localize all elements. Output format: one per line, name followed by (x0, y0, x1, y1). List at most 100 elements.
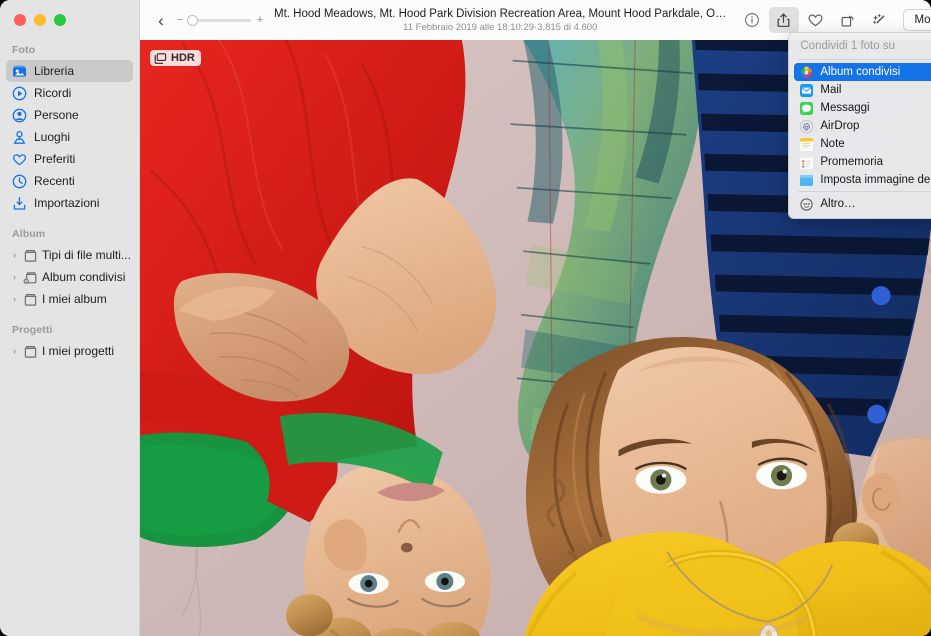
info-icon (744, 12, 760, 28)
share-icon (775, 12, 792, 29)
share-menu-item-label: Album condivisi (820, 66, 900, 78)
sidebar-item-recenti[interactable]: Recenti (6, 170, 133, 192)
auto-enhance-icon (871, 12, 888, 29)
import-icon (12, 196, 27, 211)
share-button[interactable] (769, 7, 799, 33)
desktop-picture-icon (800, 174, 813, 187)
hdr-layers-icon (154, 53, 167, 64)
people-icon (12, 108, 27, 123)
share-menu-item-promemoria[interactable]: Promemoria (794, 153, 931, 171)
share-menu-item-note[interactable]: Note (794, 135, 931, 153)
main-area: ‹ − + Mt. Hood Meadows, Mt. Hood Park Di… (140, 0, 931, 636)
sidebar-item-label: Tipi di file multi... (42, 248, 131, 262)
folder-icon (23, 344, 38, 359)
sidebar-item-label: I miei progetti (42, 344, 114, 358)
edit-button[interactable]: Modifica (903, 9, 931, 31)
hdr-badge: HDR (150, 50, 201, 66)
sidebar-item-importazioni[interactable]: Importazioni (6, 192, 133, 214)
minimize-button[interactable] (34, 14, 46, 26)
share-menu[interactable]: Condividi 1 foto su Album condivisi Mail M… (788, 32, 931, 219)
rotate-icon (839, 12, 856, 29)
sidebar-item-label: Ricordi (34, 86, 71, 100)
zoom-slider-knob[interactable] (187, 15, 198, 26)
share-menu-item-airdrop[interactable]: AirDrop (794, 117, 931, 135)
photos-app-window: Foto Libreria Ricordi Persone Luoghi Preferit… (0, 0, 931, 636)
messages-app-icon (800, 102, 813, 115)
share-menu-item-messaggi[interactable]: Messaggi (794, 99, 931, 117)
share-menu-item-label: AirDrop (820, 120, 859, 132)
sidebar-item-label: Recenti (34, 174, 75, 188)
sidebar-item-label: I miei album (42, 292, 107, 306)
share-menu-item-mail[interactable]: Mail (794, 81, 931, 99)
chevron-right-icon[interactable]: › (10, 272, 19, 282)
sidebar-item-label: Persone (34, 108, 79, 122)
airdrop-icon (800, 120, 813, 133)
folder-icon (23, 292, 38, 307)
toolbar-actions: Modifica (737, 7, 931, 33)
share-menu-item-label: Altro… (820, 198, 855, 210)
share-menu-item-label: Imposta immagine della scrivania (820, 174, 931, 186)
share-menu-item-label: Mail (820, 84, 841, 96)
share-menu-item-altro[interactable]: Altro… (794, 195, 931, 213)
library-icon (12, 64, 27, 79)
zoom-slider[interactable]: − + (176, 14, 264, 26)
sidebar-item-i-miei-progetti[interactable]: › I miei progetti (6, 340, 133, 362)
notes-app-icon (800, 138, 813, 151)
chevron-right-icon[interactable]: › (10, 346, 19, 356)
sidebar-item-luoghi[interactable]: Luoghi (6, 126, 133, 148)
sidebar-item-label: Preferiti (34, 152, 75, 166)
shared-folder-icon (23, 270, 38, 285)
share-menu-header: Condividi 1 foto su (789, 38, 931, 57)
favorite-button[interactable] (801, 7, 831, 33)
photo-title-block: Mt. Hood Meadows, Mt. Hood Park Division… (264, 7, 737, 34)
window-controls (0, 0, 139, 40)
photo-subtitle: 11 Febbraio 2019 alle 18:10:29·3.815 di … (274, 21, 727, 34)
chevron-right-icon[interactable]: › (10, 294, 19, 304)
share-menu-item-album-condivisi[interactable]: Album condivisi (794, 63, 931, 81)
sidebar-section-header: Foto (0, 40, 139, 60)
share-menu-item-label: Promemoria (820, 156, 883, 168)
zoom-button[interactable] (54, 14, 66, 26)
zoom-in-icon[interactable]: + (256, 14, 264, 26)
zoom-out-icon[interactable]: − (176, 14, 184, 26)
sidebar-item-libreria[interactable]: Libreria (6, 60, 133, 82)
sidebar-section-header: Album (0, 224, 139, 244)
info-button[interactable] (737, 7, 767, 33)
places-icon (12, 130, 27, 145)
sidebar: Foto Libreria Ricordi Persone Luoghi Preferit… (0, 0, 140, 636)
sidebar-spacer (0, 214, 139, 224)
sidebar-item-ricordi[interactable]: Ricordi (6, 82, 133, 104)
share-menu-item-label: Note (820, 138, 844, 150)
heart-icon (12, 152, 27, 167)
memories-icon (12, 86, 27, 101)
sidebar-item-label: Libreria (34, 64, 74, 78)
menu-separator-top (798, 59, 931, 60)
sidebar-item-label: Importazioni (34, 196, 99, 210)
clock-icon (12, 174, 27, 189)
menu-separator-bottom (798, 191, 931, 192)
sidebar-item-persone[interactable]: Persone (6, 104, 133, 126)
share-menu-item-label: Messaggi (820, 102, 869, 114)
photo-title: Mt. Hood Meadows, Mt. Hood Park Division… (274, 7, 727, 21)
hdr-label: HDR (171, 52, 195, 64)
sidebar-item-i-miei-album[interactable]: › I miei album (6, 288, 133, 310)
rotate-button[interactable] (833, 7, 863, 33)
folder-icon (23, 248, 38, 263)
photos-app-icon (800, 66, 813, 79)
sidebar-item-album-condivisi[interactable]: › Album condivisi (6, 266, 133, 288)
mail-app-icon (800, 84, 813, 97)
close-button[interactable] (14, 14, 26, 26)
sidebar-item-tipi-di-file-multi[interactable]: › Tipi di file multi... (6, 244, 133, 266)
zoom-slider-track[interactable] (189, 19, 251, 22)
back-icon[interactable]: ‹ (150, 12, 172, 29)
share-menu-item-imposta-immagine-della-scrivania[interactable]: Imposta immagine della scrivania (794, 171, 931, 189)
sidebar-item-preferiti[interactable]: Preferiti (6, 148, 133, 170)
sidebar-section-header: Progetti (0, 320, 139, 340)
more-ellipsis-icon (800, 198, 813, 211)
reminders-app-icon (800, 156, 813, 169)
chevron-right-icon[interactable]: › (10, 250, 19, 260)
auto-enhance-button[interactable] (865, 7, 895, 33)
favorite-heart-icon (807, 12, 824, 29)
sidebar-item-label: Luoghi (34, 130, 70, 144)
sidebar-item-label: Album condivisi (42, 270, 125, 284)
